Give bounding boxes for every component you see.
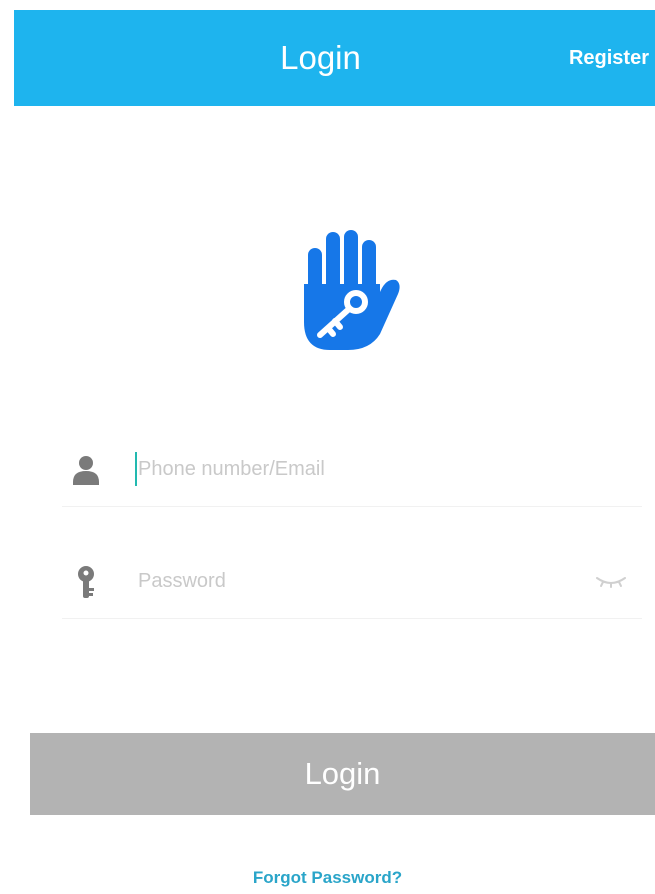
register-link[interactable]: Register bbox=[569, 10, 649, 106]
phone-email-field bbox=[62, 436, 642, 507]
login-screen: Login Register Phone number/Email Login … bbox=[0, 0, 655, 894]
eye-closed-icon[interactable] bbox=[594, 574, 628, 588]
text-cursor bbox=[135, 452, 137, 486]
login-button[interactable]: Login bbox=[30, 733, 655, 815]
app-header: Login Register bbox=[14, 10, 655, 106]
phone-email-input[interactable] bbox=[138, 446, 578, 492]
page-title: Login bbox=[280, 39, 361, 76]
password-input[interactable] bbox=[138, 558, 578, 604]
forgot-password-link[interactable]: Forgot Password? bbox=[0, 868, 655, 888]
hand-key-icon bbox=[304, 230, 400, 350]
user-icon bbox=[73, 456, 99, 485]
key-icon bbox=[78, 566, 94, 598]
password-field bbox=[62, 548, 642, 619]
